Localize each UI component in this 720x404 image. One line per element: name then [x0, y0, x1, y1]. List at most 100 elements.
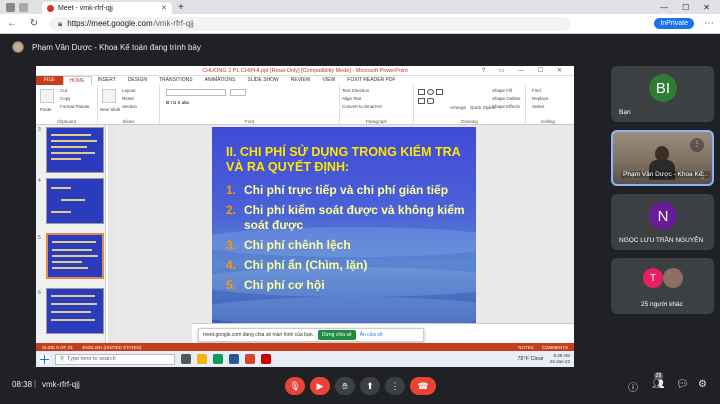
raise-hand-button[interactable]: ✋︎: [335, 377, 355, 395]
list-item: 3. Chi phí chênh lệch: [226, 238, 470, 253]
participant-video-tile[interactable]: ⋮ Phạm Văn Dược - Khoa Kế... ⋮: [611, 130, 714, 186]
leave-call-button[interactable]: ☎︎: [410, 377, 436, 395]
more-menu-icon[interactable]: ⋯: [704, 18, 714, 29]
rounded-rect-shape-icon[interactable]: [436, 89, 443, 95]
chat-icon[interactable]: 💬︎: [676, 379, 689, 390]
participant-name: Bạn: [619, 109, 631, 116]
arrange-button[interactable]: Arrange: [450, 105, 466, 110]
taskbar-search[interactable]: ⚲ Type here to search: [55, 353, 175, 365]
slide-thumbnail[interactable]: [46, 288, 104, 334]
tab-home[interactable]: HOME: [62, 76, 92, 85]
mic-off-button[interactable]: 🎙︎: [285, 377, 305, 395]
align-text-button[interactable]: Align Text: [342, 96, 361, 101]
rectangle-shape-icon[interactable]: [418, 89, 425, 95]
slide-thumbnail-selected[interactable]: [46, 233, 104, 279]
maximize-icon[interactable]: ☐: [682, 3, 689, 12]
comments-toggle[interactable]: COMMENTS: [542, 345, 568, 350]
task-view-icon[interactable]: [181, 354, 191, 364]
participant-tile[interactable]: N NGỌC LƯU TRẦN NGUYÊN: [611, 194, 714, 250]
file-explorer-icon[interactable]: [197, 354, 207, 364]
replace-button[interactable]: Replace: [532, 96, 549, 101]
activities-icon[interactable]: ⚙︎: [698, 379, 707, 390]
tab-design[interactable]: DESIGN: [122, 76, 153, 85]
format-painter-button[interactable]: Format Painter: [60, 104, 90, 109]
participant-tile[interactable]: BI Bạn: [611, 66, 714, 122]
url-field[interactable]: 🔒︎ https://meet.google.com /vmk-rfrf-qjj: [50, 16, 570, 31]
find-button[interactable]: Find: [532, 88, 541, 93]
paste-button[interactable]: Paste: [40, 107, 52, 112]
tab-insert[interactable]: INSERT: [92, 76, 122, 85]
bold-icon[interactable]: B I U S abc: [166, 100, 190, 105]
layout-button[interactable]: Layout: [122, 88, 136, 93]
refresh-icon[interactable]: ↻: [28, 18, 40, 29]
new-tab-icon[interactable]: +: [178, 2, 184, 13]
participant-name: Phạm Văn Dược - Khoa Kế...: [621, 171, 710, 178]
people-icon[interactable]: 👥︎: [652, 379, 665, 390]
tab-file[interactable]: FILE: [36, 76, 63, 85]
list-text: Chi phí ẩn (Chìm, lặn): [244, 258, 368, 272]
oval-shape-icon[interactable]: [427, 89, 434, 95]
powerpoint-icon[interactable]: [245, 354, 255, 364]
new-slide-button[interactable]: New Slide: [100, 107, 120, 112]
stop-sharing-button[interactable]: Dừng chia sẻ: [317, 330, 356, 340]
word-icon[interactable]: [229, 354, 239, 364]
more-options-icon[interactable]: ⋮: [699, 171, 707, 180]
camera-off-button[interactable]: ▶︎: [310, 377, 330, 395]
copy-button[interactable]: Copy: [60, 96, 71, 101]
new-slide-icon[interactable]: [102, 89, 116, 103]
browser-profile-icon[interactable]: [6, 2, 15, 12]
tab-animations[interactable]: ANIMATIONS: [199, 76, 242, 85]
tab-review[interactable]: REVIEW: [285, 76, 317, 85]
minimize-icon[interactable]: —: [660, 3, 668, 12]
paste-icon[interactable]: [40, 89, 54, 103]
tab-transitions[interactable]: TRANSITIONS: [153, 76, 199, 85]
smartart-button[interactable]: Convert to SmartArt: [342, 104, 382, 109]
meet-control-bar: 08:38 | vmk-rfrf-qjj 🎙︎ ▶︎ ✋︎ ⬆︎ ⋮ ☎︎ ⓘ …: [0, 368, 720, 404]
tab-foxit[interactable]: FOXIT READER PDF: [341, 76, 401, 85]
line-shape-icon[interactable]: [418, 98, 425, 104]
present-button[interactable]: ⬆︎: [360, 377, 380, 395]
shape-outline-button[interactable]: Shape Outline: [492, 96, 521, 101]
lock-icon[interactable]: 🔒︎: [58, 19, 62, 29]
browser-tab[interactable]: Meet - vmk-rfrf-qjj ✕: [42, 2, 172, 14]
cut-button[interactable]: Cut: [60, 88, 67, 93]
camera-off-icon: ▶︎: [316, 380, 324, 391]
tab-view[interactable]: VIEW: [317, 76, 342, 85]
hide-notice-button[interactable]: Ẩn cửa sổ: [360, 332, 383, 338]
shape-fill-button[interactable]: Shape Fill: [492, 88, 512, 93]
collections-icon[interactable]: [19, 2, 28, 12]
close-window-icon[interactable]: ✕: [703, 3, 710, 12]
slide-thumbnail[interactable]: [46, 178, 104, 224]
others-count: 25 người khác: [641, 301, 683, 308]
arrow-shape-icon[interactable]: [427, 98, 434, 104]
font-size-select[interactable]: [230, 89, 246, 96]
list-number: 4.: [226, 258, 237, 272]
font-name-select[interactable]: [166, 89, 226, 96]
slides-group-label: Slides: [122, 119, 135, 124]
back-icon[interactable]: ←: [6, 18, 18, 29]
taskbar-clock[interactable]: 8:38 AM 22-Jan-22: [550, 353, 570, 365]
edge-icon[interactable]: [213, 354, 223, 364]
section-button[interactable]: Section: [122, 104, 137, 109]
tab-slide-show[interactable]: SLIDE SHOW: [241, 76, 284, 85]
list-item: 4. Chi phí ẩn (Chìm, lặn): [226, 258, 470, 273]
shape-effects-button[interactable]: Shape Effects: [492, 104, 520, 109]
avatar-photo: [663, 268, 683, 288]
more-options-button[interactable]: ⋮: [385, 377, 405, 395]
inprivate-badge[interactable]: InPrivate: [654, 18, 694, 29]
others-tile[interactable]: T 25 người khác: [611, 258, 714, 314]
current-slide[interactable]: II. CHI PHÍ SỬ DỤNG TRONG KIỂM TRA VÀ RA…: [212, 127, 476, 323]
close-tab-icon[interactable]: ✕: [161, 4, 167, 12]
info-icon[interactable]: ⓘ: [628, 379, 638, 394]
reset-button[interactable]: Reset: [122, 96, 134, 101]
weather-text[interactable]: 78°F Clear: [517, 356, 543, 362]
language-indicator[interactable]: ENGLISH (UNITED STATES): [83, 345, 142, 350]
slide-thumbnail[interactable]: [46, 127, 104, 173]
pdf-app-icon[interactable]: [261, 354, 271, 364]
windows-start-icon[interactable]: [40, 354, 49, 364]
list-number: 5.: [226, 278, 237, 292]
select-button[interactable]: Select: [532, 104, 545, 109]
thumb-number: 6: [38, 290, 41, 296]
text-direction-button[interactable]: Text Direction: [342, 88, 369, 93]
notes-toggle[interactable]: NOTES: [518, 345, 534, 350]
